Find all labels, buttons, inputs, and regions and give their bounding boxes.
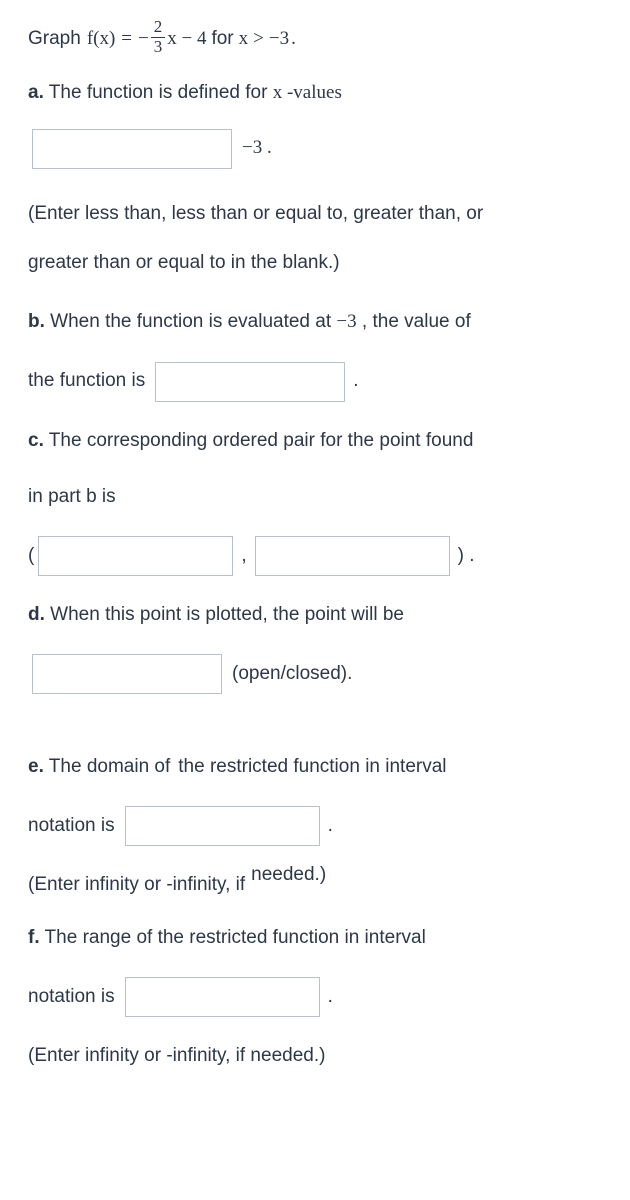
part-f-hint: (Enter infinity or -infinity, if needed.… <box>28 1039 610 1073</box>
part-c-comma: , <box>241 539 246 573</box>
equals: = <box>121 22 132 56</box>
part-e-text3: notation is <box>28 809 115 843</box>
fx: f(x) <box>87 22 115 56</box>
part-f-text1: The range of the restricted function in … <box>45 927 426 948</box>
part-c-input-row: ( , ) . <box>28 536 610 576</box>
part-c-line1: c. The corresponding ordered pair for th… <box>28 424 610 458</box>
part-a-after: −3 . <box>242 131 272 165</box>
part-c-label: c. <box>28 430 44 451</box>
x-var: x <box>239 22 249 56</box>
part-b-label: b. <box>28 311 45 332</box>
neg3: −3 <box>269 22 289 56</box>
numerator: 2 <box>151 20 166 37</box>
graph-label: Graph <box>28 22 81 56</box>
part-f-dot: . <box>328 980 333 1014</box>
gt-sign: > <box>253 22 264 56</box>
part-e-hint-text: (Enter infinity or -infinity, if <box>28 868 245 902</box>
part-e-input[interactable] <box>125 806 320 846</box>
part-d: d. When this point is plotted, the point… <box>28 598 610 694</box>
part-b-input-row: the function is . <box>28 362 610 402</box>
part-f-line1: f. The range of the restricted function … <box>28 921 610 955</box>
part-e-line1: e. The domain of the restricted function… <box>28 716 610 784</box>
part-b-text1: When the function is evaluated at <box>50 311 331 332</box>
part-a-hint: (Enter less than, less than or equal to,… <box>28 189 610 288</box>
part-a-label: a. <box>28 82 44 103</box>
part-e: e. The domain of the restricted function… <box>28 716 610 903</box>
part-d-after: (open/closed). <box>232 657 352 691</box>
part-e-hint: (Enter infinity or -infinity, if needed.… <box>28 868 610 902</box>
part-a-hint-line2: greater than or equal to in the blank.) <box>28 238 610 287</box>
part-b-dot: . <box>353 364 358 398</box>
part-e-input-row: notation is . <box>28 806 610 846</box>
neg-sign: − <box>138 22 149 56</box>
part-a: a. The function is defined for x -values… <box>28 76 610 287</box>
part-c-text2: in part b is <box>28 486 116 507</box>
problem-body: Graph f(x) = − 2 3 x − 4 for x > −3 . a.… <box>28 20 610 1073</box>
x-values-label: x -values <box>273 82 342 103</box>
part-f-input-row: notation is . <box>28 977 610 1017</box>
part-f: f. The range of the restricted function … <box>28 921 610 1073</box>
dot: . <box>291 22 296 56</box>
part-d-label: d. <box>28 604 45 625</box>
part-f-text2: notation is <box>28 980 115 1014</box>
part-b-line1: b. When the function is evaluated at −3 … <box>28 305 610 339</box>
part-e-label: e. <box>28 756 44 777</box>
part-f-label: f. <box>28 927 40 948</box>
part-e-needed: needed.) <box>251 858 326 892</box>
part-f-hint-text: (Enter infinity or -infinity, if needed.… <box>28 1045 325 1066</box>
part-d-input-row: (open/closed). <box>28 654 610 694</box>
part-a-text: The function is defined for <box>49 82 268 103</box>
part-b-neg3: −3 <box>336 311 356 332</box>
part-d-text: When this point is plotted, the point wi… <box>50 604 404 625</box>
part-a-hint-line1: (Enter less than, less than or equal to,… <box>28 189 610 238</box>
part-a-prompt: a. The function is defined for x -values <box>28 76 610 110</box>
part-e-text1: The domain of <box>49 756 170 777</box>
part-b-input[interactable] <box>155 362 345 402</box>
denominator: 3 <box>151 37 166 57</box>
part-b: b. When the function is evaluated at −3 … <box>28 305 610 401</box>
part-d-input[interactable] <box>32 654 222 694</box>
for-label: for <box>211 22 233 56</box>
part-a-input[interactable] <box>32 129 232 169</box>
part-b-text3: the function is <box>28 364 145 398</box>
part-c-rparen: ) . <box>458 539 475 573</box>
part-c-lparen: ( <box>28 539 34 573</box>
part-c: c. The corresponding ordered pair for th… <box>28 424 610 576</box>
fraction: 2 3 <box>151 20 166 56</box>
part-a-input-row: −3 . <box>28 129 610 169</box>
part-c-text1: The corresponding ordered pair for the p… <box>49 430 474 451</box>
part-f-input[interactable] <box>125 977 320 1017</box>
part-e-dot: . <box>328 809 333 843</box>
part-c-input-y[interactable] <box>255 536 450 576</box>
part-c-line2: in part b is <box>28 480 610 514</box>
formula-line: Graph f(x) = − 2 3 x − 4 for x > −3 . <box>28 20 610 58</box>
part-c-input-x[interactable] <box>38 536 233 576</box>
part-e-text2: the restricted function in interval <box>178 750 446 784</box>
x-minus-4: x − 4 <box>167 22 206 56</box>
part-b-text2: , the value of <box>362 311 471 332</box>
part-d-line1: d. When this point is plotted, the point… <box>28 598 610 632</box>
